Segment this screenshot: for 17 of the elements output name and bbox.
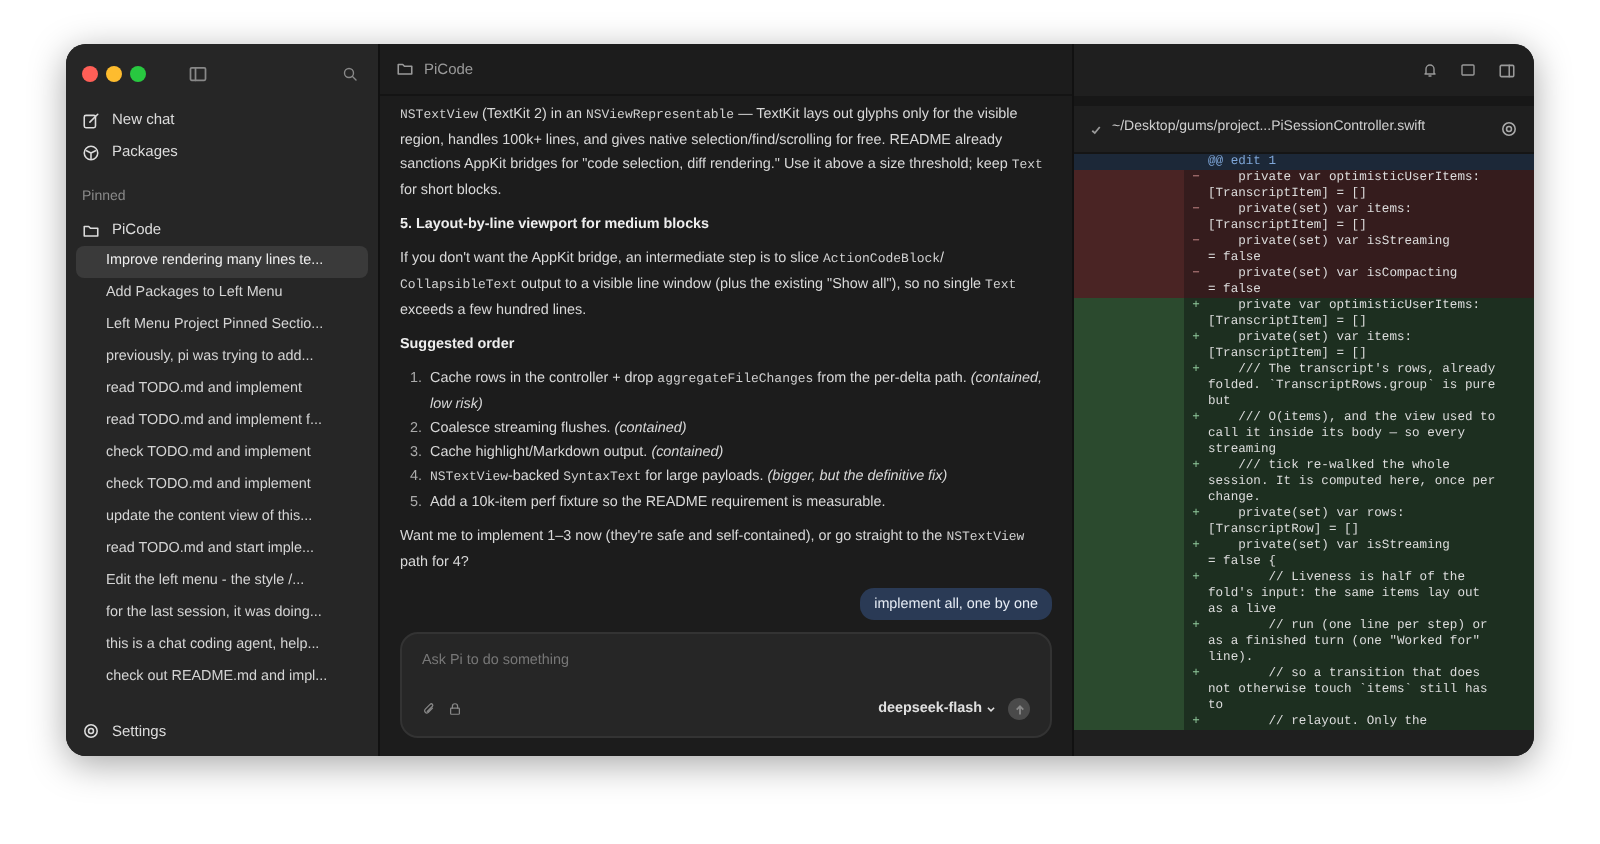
- chevron-icon: [986, 703, 996, 714]
- arrow-up-icon: [1013, 703, 1025, 715]
- send-button[interactable]: [1008, 698, 1030, 720]
- sidebar-icon: [1498, 61, 1516, 79]
- close-button[interactable]: [82, 66, 98, 82]
- package-icon: [82, 143, 100, 161]
- compose-icon: [82, 111, 100, 129]
- zoom-button[interactable]: [130, 66, 146, 82]
- sidebar-toggle-icon: [188, 64, 208, 84]
- check-icon: [1090, 123, 1102, 135]
- minimize-button[interactable]: [106, 66, 122, 82]
- lock-icon: [448, 702, 462, 716]
- folder-icon: [82, 221, 100, 239]
- search-icon: [342, 66, 358, 82]
- folder-icon: [396, 60, 414, 78]
- bell-icon: [1422, 62, 1438, 78]
- paperclip-icon: [422, 702, 436, 716]
